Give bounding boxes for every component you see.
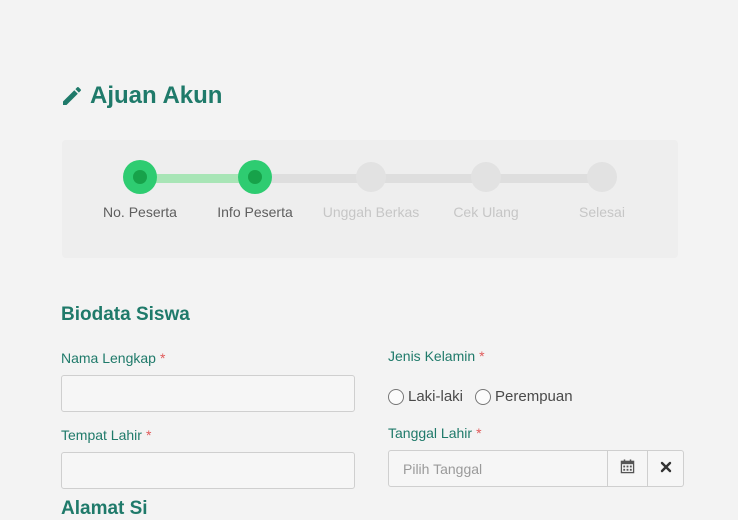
step-info-peserta[interactable]: Info Peserta: [195, 140, 315, 220]
radio-button[interactable]: [475, 388, 492, 405]
step-unggah-berkas[interactable]: Unggah Berkas: [311, 140, 431, 220]
section-title-alamat: Alamat Si: [61, 498, 148, 519]
step-label: Unggah Berkas: [322, 204, 420, 220]
step-cek-ulang[interactable]: Cek Ulang: [426, 140, 546, 220]
step-indicator: [356, 162, 386, 192]
gender-option-male[interactable]: Laki-laki: [388, 388, 463, 405]
step-selesai[interactable]: Selesai: [542, 140, 662, 220]
clear-date-button[interactable]: [648, 450, 684, 487]
page-title: Ajuan Akun: [60, 82, 222, 110]
gender-option-female[interactable]: Perempuan: [475, 388, 573, 405]
birth-place-label-text: Tempat Lahir: [61, 427, 142, 443]
step-indicator: [587, 162, 617, 192]
required-marker: *: [479, 348, 485, 364]
step-indicator: [471, 162, 501, 192]
radio-label: Laki-laki: [408, 388, 464, 405]
step-indicator: [125, 162, 155, 192]
radio-label: Perempuan: [495, 388, 573, 405]
progress-stepper: No. Peserta Info Peserta Unggah Berkas C…: [62, 140, 678, 258]
birth-place-input[interactable]: [61, 452, 355, 489]
birth-date-group: [388, 450, 684, 487]
full-name-label-text: Nama Lengkap: [61, 350, 156, 366]
full-name-input[interactable]: [61, 375, 355, 412]
step-label: No. Peserta: [103, 204, 177, 220]
radio-button[interactable]: [388, 388, 404, 405]
required-marker: *: [145, 427, 152, 443]
birth-date-label: Tanggal Lahir *: [388, 425, 482, 441]
gender-radio-group: Laki-laki Perempuan: [388, 388, 573, 405]
step-indicator: [240, 162, 270, 192]
gender-label: Jenis Kelamin *: [388, 348, 485, 364]
gender-label-text: Jenis Kelamin: [388, 348, 476, 364]
pencil-icon: [60, 84, 84, 108]
step-label: Selesai: [579, 204, 625, 220]
page-title-text: Ajuan Akun: [90, 82, 223, 109]
birth-date-label-text: Tanggal Lahir: [388, 425, 473, 441]
section-title-biodata: Biodata Siswa: [61, 304, 190, 325]
full-name-label: Nama Lengkap *: [61, 350, 165, 366]
calendar-icon: [620, 458, 635, 479]
step-label: Cek Ulang: [453, 204, 519, 220]
birth-place-label: Tempat Lahir *: [61, 427, 151, 443]
step-no-peserta[interactable]: No. Peserta: [80, 140, 200, 220]
required-marker: *: [476, 425, 482, 441]
step-label: Info Peserta: [217, 204, 293, 220]
birth-date-input[interactable]: [388, 450, 608, 487]
required-marker: *: [159, 350, 166, 366]
close-icon: [660, 460, 672, 478]
calendar-button[interactable]: [608, 450, 648, 487]
